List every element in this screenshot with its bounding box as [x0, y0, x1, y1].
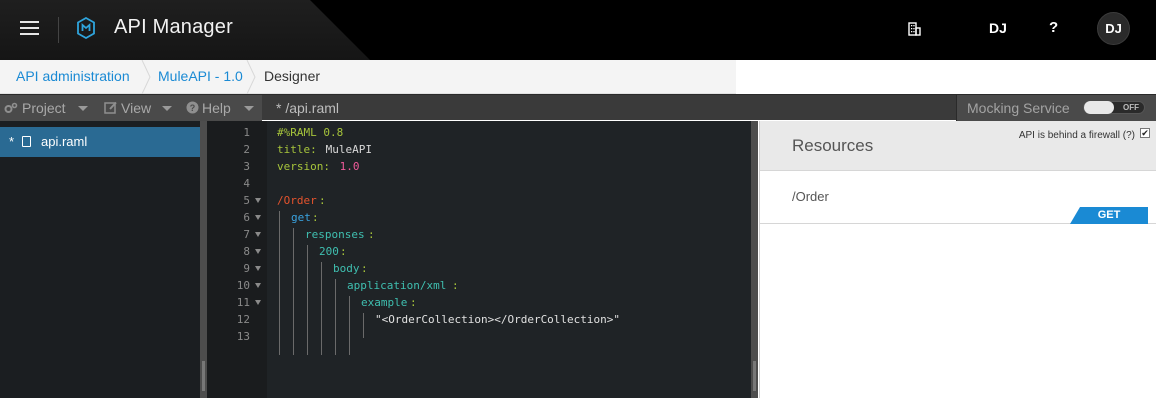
- indent-guide: [349, 296, 350, 355]
- line-number: 7: [243, 228, 250, 241]
- firewall-label: API is behind a firewall (?): [1018, 130, 1135, 141]
- code-token: "<OrderCollection></OrderCollection>": [375, 313, 621, 326]
- user-avatar[interactable]: DJ: [1097, 12, 1130, 45]
- line-number: 12: [236, 313, 250, 326]
- fold-arrow-icon[interactable]: [255, 215, 261, 220]
- line-number: 11: [236, 296, 250, 309]
- fold-arrow-icon[interactable]: [255, 198, 261, 203]
- code-token: 1.0: [333, 160, 360, 173]
- organization-switcher[interactable]: DJ: [989, 20, 1007, 36]
- help-menu[interactable]: Help: [202, 100, 231, 116]
- code-token: :: [452, 279, 459, 292]
- left-pane-splitter[interactable]: [200, 121, 207, 398]
- indent-guide: [335, 279, 336, 355]
- code-token: :: [368, 228, 375, 241]
- breadcrumb-api-administration[interactable]: API administration: [16, 68, 130, 84]
- breadcrumb-designer: Designer: [264, 68, 321, 84]
- line-number-gutter: 1 2 3 4 5 6 7 8 9 10 11 12 13: [207, 121, 267, 398]
- fold-arrow-icon[interactable]: [255, 300, 261, 305]
- code-token: MuleAPI: [319, 143, 372, 156]
- code-area[interactable]: #%RAML 0.8 title: MuleAPI version: 1.0/Ord…: [267, 121, 751, 398]
- help-icon[interactable]: ?: [1049, 19, 1058, 36]
- firewall-checkbox[interactable]: ✔: [1140, 128, 1150, 138]
- line-number: 8: [243, 245, 250, 258]
- line-number: 9: [243, 262, 250, 275]
- code-token: responses: [305, 228, 365, 241]
- indent-guide: [293, 228, 294, 355]
- toggle-knob: [1084, 101, 1114, 114]
- breadcrumb-spacer: [736, 60, 1156, 94]
- code-token: application/xml: [347, 279, 447, 292]
- code-token: #%RAML 0.8: [277, 126, 344, 139]
- file-name: api.raml: [41, 134, 88, 149]
- question-circle-icon: ?: [186, 101, 199, 114]
- code-editor[interactable]: 1 2 3 4 5 6 7 8 9 10 11 12 13 #%RAML 0.8 title: MuleA…: [207, 121, 751, 398]
- code-token: body: [333, 262, 360, 275]
- line-number: 2: [243, 143, 250, 156]
- line-number: 5: [243, 194, 250, 207]
- menu-icon[interactable]: [20, 21, 39, 36]
- chevron-down-icon: [244, 106, 254, 111]
- toggle-state-label: OFF: [1123, 103, 1139, 112]
- file-icon: [22, 136, 31, 147]
- resource-row-order[interactable]: /Order GET: [760, 172, 1156, 224]
- mocking-service-toggle[interactable]: OFF: [1083, 101, 1145, 114]
- mulesoft-logo-icon: [77, 17, 95, 39]
- mocking-service-label: Mocking Service: [967, 100, 1070, 116]
- project-menu[interactable]: Project: [22, 100, 66, 116]
- breadcrumb-separator-icon: [141, 60, 151, 94]
- app-title: API Manager: [114, 16, 233, 38]
- code-token: :: [319, 194, 326, 207]
- indent-guide: [363, 313, 364, 338]
- right-pane-splitter[interactable]: [751, 121, 758, 398]
- fold-arrow-icon[interactable]: [255, 283, 261, 288]
- indent-guide: [321, 262, 322, 355]
- code-token: get: [291, 211, 311, 224]
- indent-guide: [279, 211, 280, 355]
- chevron-down-icon: [162, 106, 172, 111]
- code-token: :: [410, 296, 417, 309]
- line-number: 1: [243, 126, 250, 139]
- code-token: :: [361, 262, 368, 275]
- code-token: title:: [277, 143, 317, 156]
- view-menu[interactable]: View: [121, 100, 151, 116]
- mocking-service-panel: Mocking Service OFF: [956, 95, 1156, 121]
- line-number: 4: [243, 177, 250, 190]
- resources-title: Resources: [792, 136, 874, 155]
- code-token: version:: [277, 160, 330, 173]
- file-browser: * api.raml: [0, 121, 200, 398]
- top-header: API Manager DJ ? DJ: [0, 0, 1156, 60]
- code-token: example: [361, 296, 408, 309]
- chevron-down-icon: [78, 106, 88, 111]
- open-file-tab[interactable]: * /api.raml: [276, 100, 339, 116]
- svg-text:?: ?: [190, 103, 196, 113]
- breadcrumb-muleapi[interactable]: MuleAPI - 1.0: [158, 68, 243, 84]
- resource-path: /Order: [792, 189, 829, 204]
- organization-building-icon[interactable]: [907, 22, 921, 36]
- header-divider: [58, 17, 59, 43]
- resources-panel: Resources API is behind a firewall (?) ✔…: [759, 121, 1156, 398]
- edit-icon: [104, 101, 117, 114]
- toolbar-menu-group: Project View ? Help: [0, 95, 262, 121]
- code-token: :: [340, 245, 347, 258]
- file-item-api-raml[interactable]: * api.raml: [0, 127, 200, 157]
- designer-toolbar: Project View ? Help * /api.raml Mocking …: [0, 94, 1156, 121]
- indent-guide: [307, 245, 308, 355]
- modified-marker: *: [9, 134, 15, 149]
- resources-header: Resources API is behind a firewall (?) ✔: [760, 121, 1156, 171]
- line-number: 3: [243, 160, 250, 173]
- code-token: :: [312, 211, 319, 224]
- gears-icon: [4, 102, 18, 113]
- line-number: 6: [243, 211, 250, 224]
- line-number: 10: [236, 279, 250, 292]
- breadcrumb-separator-icon: [246, 60, 256, 94]
- code-token: 200: [319, 245, 339, 258]
- fold-arrow-icon[interactable]: [255, 232, 261, 237]
- code-token: /Order: [277, 194, 317, 207]
- fold-arrow-icon[interactable]: [255, 266, 261, 271]
- breadcrumb: API administration MuleAPI - 1.0 Designe…: [0, 60, 736, 94]
- fold-arrow-icon[interactable]: [255, 249, 261, 254]
- get-method-badge[interactable]: GET: [1070, 207, 1148, 224]
- line-number: 13: [236, 330, 250, 343]
